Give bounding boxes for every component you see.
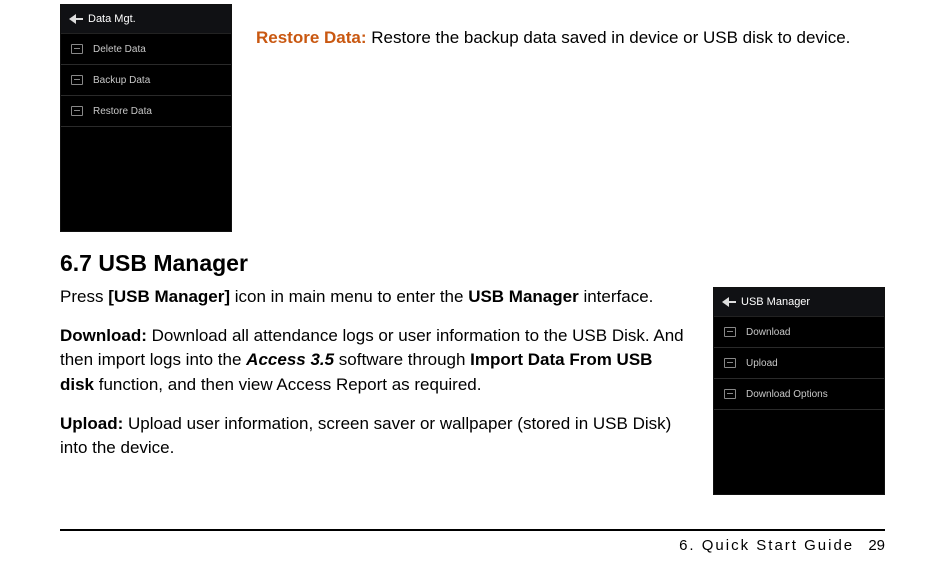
- device-title: USB Manager: [741, 296, 810, 308]
- footer-page-number: 29: [868, 537, 885, 554]
- menu-item-label: Download Options: [746, 389, 828, 400]
- menu-item-icon: [724, 327, 736, 337]
- restore-label: Restore Data:: [256, 28, 367, 47]
- back-arrow-icon: [722, 297, 729, 307]
- menu-item-icon: [71, 75, 83, 85]
- menu-item-label: Restore Data: [93, 106, 152, 117]
- menu-item-label: Delete Data: [93, 44, 146, 55]
- menu-item-label: Download: [746, 327, 790, 338]
- page-footer: 6. Quick Start Guide 29: [60, 529, 885, 554]
- device-menu-item: Download: [714, 317, 884, 348]
- device-menu-item: Restore Data: [61, 96, 231, 127]
- menu-item-icon: [71, 106, 83, 116]
- menu-item-icon: [724, 358, 736, 368]
- paragraph-download: Download: Download all attendance logs o…: [60, 324, 689, 398]
- device-menu-item: Download Options: [714, 379, 884, 410]
- device-screenshot-usb-manager: USB Manager Download Upload Download Opt…: [713, 287, 885, 495]
- paragraph-upload: Upload: Upload user information, screen …: [60, 412, 689, 461]
- device-header: Data Mgt.: [61, 5, 231, 34]
- paragraph-intro: Press [USB Manager] icon in main menu to…: [60, 285, 689, 310]
- menu-item-icon: [724, 389, 736, 399]
- back-arrow-icon: [69, 14, 76, 24]
- device-header: USB Manager: [714, 288, 884, 317]
- menu-item-label: Backup Data: [93, 75, 150, 86]
- device-menu-item: Delete Data: [61, 34, 231, 65]
- footer-rule: [60, 529, 885, 531]
- menu-item-label: Upload: [746, 358, 778, 369]
- device-title: Data Mgt.: [88, 13, 136, 25]
- device-menu-item: Backup Data: [61, 65, 231, 96]
- menu-item-icon: [71, 44, 83, 54]
- restore-data-paragraph: Restore Data: Restore the backup data sa…: [256, 26, 850, 51]
- footer-chapter: 6. Quick Start Guide: [679, 537, 854, 554]
- device-menu-item: Upload: [714, 348, 884, 379]
- section-heading: 6.7 USB Manager: [60, 250, 885, 277]
- restore-text: Restore the backup data saved in device …: [367, 28, 851, 47]
- device-screenshot-data-mgt: Data Mgt. Delete Data Backup Data Restor…: [60, 4, 232, 232]
